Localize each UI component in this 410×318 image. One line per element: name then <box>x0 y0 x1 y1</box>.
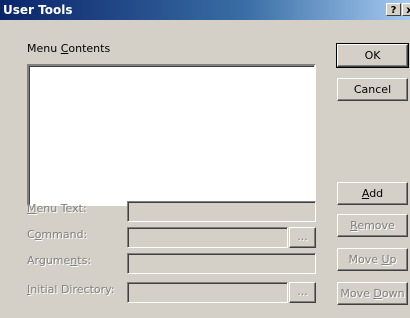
cancel-button[interactable]: Cancel <box>337 78 408 101</box>
initial-directory-label: Initial Directory: <box>27 283 115 296</box>
move-up-button[interactable]: Move Up <box>337 248 408 271</box>
initial-directory-field[interactable] <box>127 282 288 303</box>
title-bar: User Tools ? x <box>0 0 410 20</box>
menu-contents-label: Menu Contents <box>27 42 111 55</box>
arguments-field[interactable] <box>127 253 316 274</box>
move-down-button[interactable]: Move Down <box>337 282 408 305</box>
command-field[interactable] <box>127 227 288 248</box>
menu-text-field[interactable] <box>127 201 316 222</box>
command-browse-button[interactable]: ... <box>289 227 316 248</box>
dialog-body: Menu Contents Menu Text: Command: ... Ar… <box>0 20 410 318</box>
menu-text-label: Menu Text: <box>27 202 87 215</box>
menu-contents-list[interactable] <box>27 64 316 206</box>
close-button[interactable]: x <box>402 3 410 16</box>
remove-button[interactable]: Remove <box>337 214 408 237</box>
arguments-label: Arguments: <box>27 254 92 267</box>
window-title: User Tools <box>3 3 73 17</box>
initial-directory-browse-button[interactable]: ... <box>289 282 316 303</box>
ok-button[interactable]: OK <box>336 43 409 68</box>
add-button[interactable]: Add <box>337 182 408 205</box>
command-label: Command: <box>27 228 88 241</box>
help-button[interactable]: ? <box>386 3 401 16</box>
